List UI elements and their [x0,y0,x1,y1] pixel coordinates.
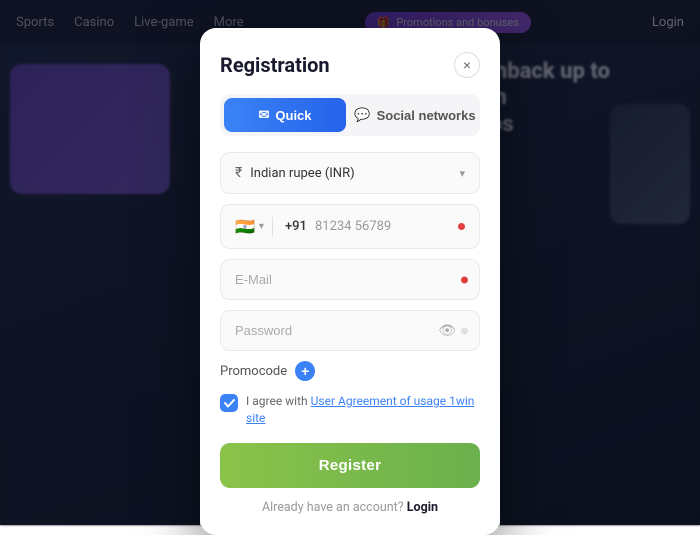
tab-quick[interactable]: ✉ Quick [224,98,346,132]
agree-text: I agree with User Agreement of usage 1wi… [246,393,480,427]
login-prompt: Already have an account? [262,500,404,515]
tab-social-label: Social networks [377,108,476,123]
tab-social[interactable]: 💬 Social networks [354,98,476,132]
country-flag-select[interactable]: 🇮🇳 ▾ [235,217,273,236]
social-icon: 💬 [354,107,370,123]
tab-quick-label: Quick [275,108,311,123]
flag-icon: 🇮🇳 [235,217,255,236]
currency-select[interactable]: ₹ Indian rupee (INR) ▾ [220,152,480,194]
agree-row: I agree with User Agreement of usage 1wi… [220,393,480,427]
promo-add-button[interactable]: + [295,361,315,381]
phone-input-wrap[interactable]: 🇮🇳 ▾ +91 81234 56789 [220,204,480,249]
close-button[interactable]: × [454,52,480,78]
registration-modal: Registration × ✉ Quick 💬 Social networks… [200,28,500,535]
phone-prefix: +91 [285,219,307,234]
promo-label: Promocode [220,364,287,379]
agree-checkbox[interactable] [220,394,238,412]
promo-row: Promocode + [220,361,480,381]
phone-number-placeholder: 81234 56789 [315,219,391,234]
login-row: Already have an account? Login [220,500,480,515]
phone-required-indicator [458,223,465,230]
register-button[interactable]: Register [220,443,480,488]
eye-icon[interactable]: 👁 [438,323,456,339]
password-field-wrap: 👁 [220,310,480,351]
modal-title: Registration [220,53,330,77]
modal-header: Registration × [220,52,480,78]
email-required-indicator [461,276,468,283]
login-link[interactable]: Login [407,500,438,515]
chevron-down-icon: ▾ [459,167,465,180]
email-input[interactable] [220,259,480,300]
email-field-wrap [220,259,480,300]
phone-field: 🇮🇳 ▾ +91 81234 56789 [220,204,480,249]
flag-chevron-icon: ▾ [259,221,264,232]
currency-value: Indian rupee (INR) [250,166,459,181]
envelope-icon: ✉ [258,107,269,123]
currency-field: ₹ Indian rupee (INR) ▾ [220,152,480,194]
password-indicator [461,327,468,334]
currency-icon: ₹ [235,165,242,181]
tab-row: ✉ Quick 💬 Social networks [220,94,480,136]
check-icon [224,398,235,409]
